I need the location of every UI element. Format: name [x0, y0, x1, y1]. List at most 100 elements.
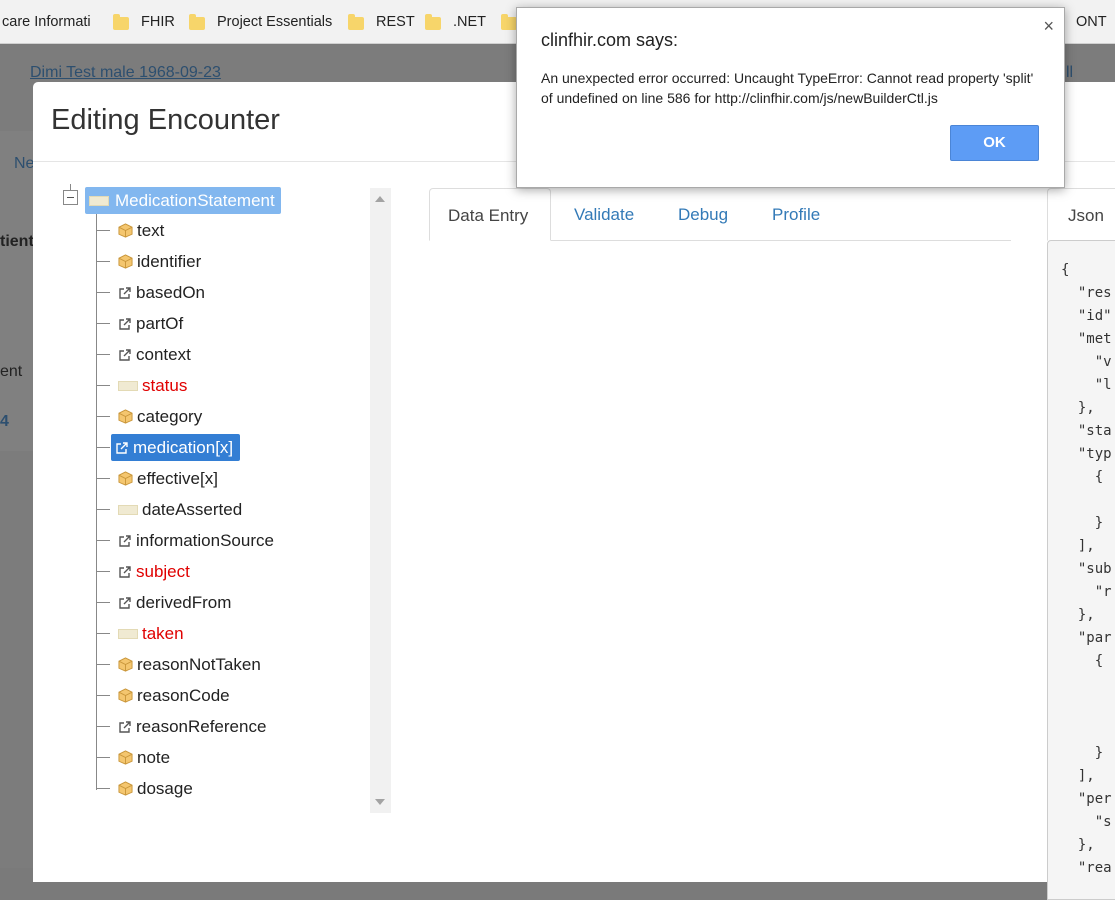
tree-node[interactable]: status — [96, 372, 191, 399]
tree-connector-line — [96, 695, 110, 696]
tree-node-content[interactable]: status — [118, 372, 191, 399]
tree-node-content[interactable]: basedOn — [118, 279, 209, 306]
tree-node-content[interactable]: text — [118, 217, 168, 244]
tree-node[interactable]: text — [96, 217, 168, 244]
tree-connector-line — [96, 726, 110, 727]
scroll-down-arrow-icon[interactable] — [375, 799, 385, 805]
tree-node-content[interactable]: reasonNotTaken — [118, 651, 265, 678]
tab-validate[interactable]: Validate — [556, 188, 652, 241]
tree-node[interactable]: identifier — [96, 248, 205, 275]
tree-node-content[interactable]: reasonCode — [118, 682, 234, 709]
tree-node[interactable]: partOf — [96, 310, 187, 337]
tree-node[interactable]: dosage — [96, 775, 197, 802]
tree-connector-line — [96, 354, 110, 355]
tree-connector-line — [96, 478, 110, 479]
bookmark-dotnet[interactable]: .NET — [453, 14, 486, 30]
folder-icon — [118, 504, 138, 515]
tree-root-node[interactable]: MedicationStatement — [85, 187, 281, 214]
tree-node-content[interactable]: dateAsserted — [118, 496, 246, 523]
tree-node-label: effective[x] — [137, 468, 218, 488]
background-right-link[interactable]: ll — [1066, 64, 1073, 82]
cube-icon — [118, 688, 133, 703]
dialog-title: clinfhir.com says: — [541, 30, 679, 50]
external-link-icon — [118, 596, 132, 610]
tree-connector-line — [96, 664, 110, 665]
tab-data-entry[interactable]: Data Entry — [429, 188, 551, 241]
collapse-icon[interactable] — [63, 190, 78, 205]
tree-node-label: informationSource — [136, 530, 274, 550]
tree-root-label: MedicationStatement — [115, 190, 275, 210]
tree-node-label: dateAsserted — [142, 499, 243, 519]
tree-node[interactable]: dateAsserted — [96, 496, 246, 523]
tree-node-label: context — [136, 344, 191, 364]
tree-node[interactable]: reasonNotTaken — [96, 651, 265, 678]
modal-title: Editing Encounter — [51, 104, 280, 136]
background-fragment-ent: ent — [0, 363, 23, 380]
cube-icon — [118, 750, 133, 765]
tree-node-content[interactable]: note — [118, 744, 174, 771]
tree-connector-line — [96, 261, 110, 262]
tree-connector-line — [96, 509, 110, 510]
tree-node-content[interactable]: reasonReference — [118, 713, 270, 740]
tree-node-content[interactable]: taken — [118, 620, 188, 647]
bookmark-project-essentials[interactable]: Project Essentials — [217, 14, 332, 30]
tree-node-content[interactable]: category — [118, 403, 206, 430]
bookmark-rest[interactable]: REST — [376, 14, 415, 30]
tree-node-label: reasonReference — [136, 716, 267, 736]
tree-connector-line — [96, 757, 110, 758]
tree-node-content[interactable]: effective[x] — [118, 465, 222, 492]
bookmark-right-fragment[interactable]: ONT — [1076, 14, 1107, 30]
folder-icon — [113, 14, 129, 30]
tree-node[interactable]: medication[x] — [96, 434, 241, 461]
tree-scrollbar[interactable] — [370, 188, 391, 813]
tree-node[interactable]: effective[x] — [96, 465, 222, 492]
tree-connector-line — [96, 447, 110, 448]
tree-node-content[interactable]: identifier — [118, 248, 205, 275]
tree-connector-line — [96, 292, 110, 293]
tree-connector-line — [96, 385, 110, 386]
tree-node[interactable]: derivedFrom — [96, 589, 235, 616]
bookmark-healthcare-informatics[interactable]: care Informati — [2, 14, 91, 30]
editing-encounter-modal: Editing Encounter MedicationStatement te… — [33, 82, 1115, 900]
tree-node-content[interactable]: dosage — [118, 775, 197, 802]
external-link-icon — [118, 720, 132, 734]
tree-connector-line — [96, 602, 110, 603]
tab-bar: Data Entry Validate Debug Profile — [429, 188, 1011, 241]
tree-connector-line — [96, 571, 110, 572]
tree-node-content[interactable]: partOf — [118, 310, 187, 337]
tree-node-content[interactable]: context — [118, 341, 195, 368]
close-icon[interactable]: × — [1043, 16, 1054, 37]
tree-node-label: partOf — [136, 313, 184, 333]
tab-json[interactable]: Json — [1047, 188, 1115, 241]
patient-link[interactable]: Dimi Test male 1968-09-23 — [30, 64, 221, 82]
tree-node-content[interactable]: informationSource — [118, 527, 278, 554]
tree-node-content[interactable]: medication[x] — [111, 434, 241, 461]
tree-node[interactable]: note — [96, 744, 174, 771]
tree-node-content[interactable]: derivedFrom — [118, 589, 235, 616]
ok-button[interactable]: OK — [950, 125, 1039, 161]
tree-node[interactable]: context — [96, 341, 195, 368]
tree-connector-line — [96, 633, 110, 634]
tree-connector-line — [96, 323, 110, 324]
tree-node[interactable]: informationSource — [96, 527, 278, 554]
tab-profile[interactable]: Profile — [754, 188, 838, 241]
bookmark-fhir[interactable]: FHIR — [141, 14, 175, 30]
tree-node-label: subject — [136, 561, 190, 581]
tree-node[interactable]: subject — [96, 558, 194, 585]
tree-connector-line — [96, 416, 110, 417]
alert-dialog: × clinfhir.com says: An unexpected error… — [516, 7, 1065, 188]
tree-node-content[interactable]: subject — [118, 558, 194, 585]
external-link-icon — [118, 286, 132, 300]
tab-debug[interactable]: Debug — [660, 188, 746, 241]
tree-node-label: dosage — [137, 778, 193, 798]
tree-node-label: medication[x] — [133, 437, 234, 457]
tree-node[interactable]: category — [96, 403, 206, 430]
tree-node[interactable]: reasonReference — [96, 713, 270, 740]
background-fragment-tient: tient — [0, 233, 34, 250]
tree-node[interactable]: basedOn — [96, 279, 209, 306]
folder-icon — [118, 380, 138, 391]
background-fragment-4: 4 — [0, 413, 9, 430]
tree-node[interactable]: reasonCode — [96, 682, 234, 709]
tree-node[interactable]: taken — [96, 620, 188, 647]
scroll-up-arrow-icon[interactable] — [375, 196, 385, 202]
